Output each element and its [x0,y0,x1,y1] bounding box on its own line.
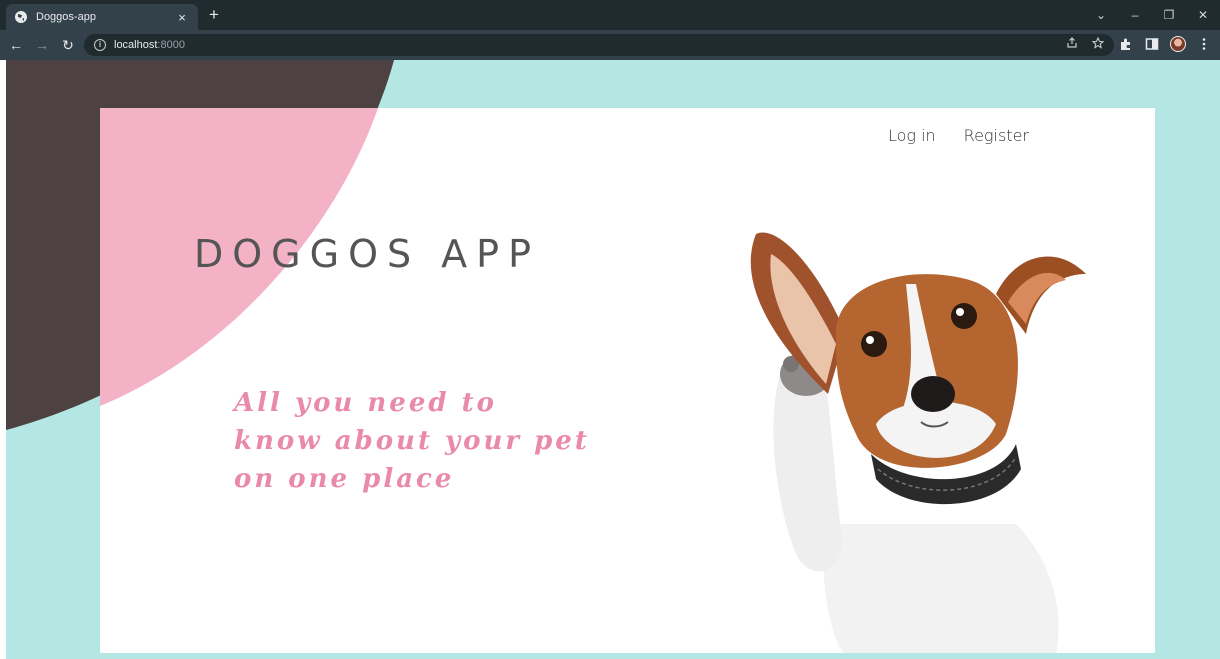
forward-button[interactable]: → [34,37,50,53]
new-tab-button[interactable]: + [206,6,222,24]
browser-toolbar: ← → ↻ i localhost:8000 [0,30,1220,60]
app-title: DOGGOS APP [194,232,540,276]
close-tab-icon[interactable]: × [174,10,190,25]
address-bar[interactable]: i localhost:8000 [84,34,1114,56]
hero-card: Log in Register DOGGOS APP All you need … [100,108,1155,653]
share-icon[interactable] [1066,37,1078,49]
top-nav: Log in Register [888,126,1029,145]
browser-tab-bar: Doggos-app × + ⌄ – ❐ ✕ [0,0,1220,30]
login-link[interactable]: Log in [888,126,936,145]
tagline-line: All you need to [234,388,497,418]
tagline: All you need to know about your pet on o… [234,384,654,498]
register-link[interactable]: Register [964,126,1029,145]
info-icon[interactable]: i [94,39,106,51]
browser-tab[interactable]: Doggos-app × [6,4,198,30]
avatar[interactable] [1170,36,1186,52]
url-port: :8000 [157,39,185,51]
url-text: localhost:8000 [114,39,185,51]
tab-search-button[interactable]: ⌄ [1084,8,1118,22]
close-window-button[interactable]: ✕ [1186,8,1220,22]
restore-button[interactable]: ❐ [1152,8,1186,22]
page-viewport: Log in Register DOGGOS APP All you need … [6,60,1220,659]
menu-icon[interactable] [1196,36,1212,52]
extensions-icon[interactable] [1118,36,1134,52]
window-controls: ⌄ – ❐ ✕ [1084,0,1220,30]
reload-button[interactable]: ↻ [60,37,76,53]
dog-illustration [750,232,1086,653]
url-host: localhost [114,39,158,51]
back-button[interactable]: ← [8,37,24,53]
minimize-button[interactable]: – [1118,8,1152,22]
tagline-line: on one place [234,464,455,494]
star-icon[interactable] [1092,37,1104,49]
omnibox-actions [1066,37,1104,49]
sidepanel-icon[interactable] [1144,36,1160,52]
toolbar-actions [1118,36,1212,52]
tab-title: Doggos-app [36,11,96,23]
globe-icon [15,11,27,23]
tagline-line: know about your pet [234,426,590,456]
